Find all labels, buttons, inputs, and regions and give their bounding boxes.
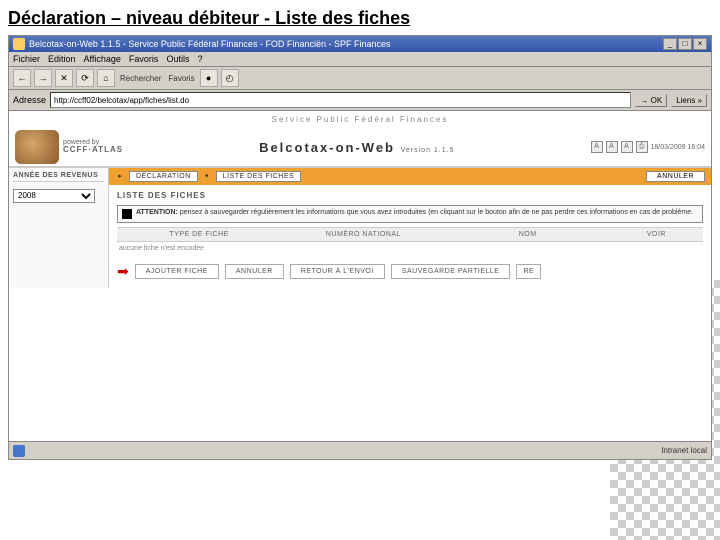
favorites-label[interactable]: Favoris	[166, 74, 196, 83]
minimize-button[interactable]: _	[663, 38, 677, 50]
year-select[interactable]: 2008	[13, 189, 95, 203]
search-label[interactable]: Rechercher	[118, 74, 163, 83]
toolbar: ← → ✕ ⟳ ⌂ Rechercher Favoris ● ◴	[9, 67, 711, 90]
header-date: 18/03/2009 16:04	[651, 144, 706, 151]
menu-favorites[interactable]: Favoris	[129, 54, 159, 64]
breadcrumb-declaration[interactable]: DÉCLARATION	[129, 171, 198, 182]
ministry-label: Service Public Fédéral Finances	[9, 111, 711, 128]
menu-view[interactable]: Affichage	[84, 54, 121, 64]
re-button[interactable]: RE	[516, 264, 541, 279]
warning-text: pensez à sauvegarder régulièrement les i…	[180, 209, 693, 216]
app-header: powered by CCFF·ATLAS Belcotax-on-Web Ve…	[9, 128, 711, 168]
maximize-button[interactable]: □	[678, 38, 692, 50]
history-button[interactable]: ◴	[221, 69, 239, 87]
section-title: LISTE DES FICHES	[109, 185, 711, 203]
app-title: Belcotax-on-Web Version 1.1.5	[123, 140, 590, 155]
address-bar: Adresse → OK Liens »	[9, 90, 711, 111]
browser-window: Belcotax-on-Web 1.1.5 - Service Public F…	[8, 35, 712, 460]
sidebar: ANNÉE DES REVENUS 2008	[9, 168, 109, 288]
font-size-large[interactable]: A	[621, 141, 633, 153]
address-label: Adresse	[13, 95, 46, 105]
breadcrumb-liste[interactable]: LISTE DES FICHES	[216, 171, 301, 182]
links-button[interactable]: Liens »	[671, 94, 707, 107]
menu-file[interactable]: Fichier	[13, 54, 40, 64]
col-type: TYPE DE FICHE	[117, 228, 281, 241]
status-text-right: Intranet local	[661, 446, 707, 455]
logo-text: powered by CCFF·ATLAS	[63, 139, 123, 155]
warning-box: ATTENTION: pensez à sauvegarder régulièr…	[117, 205, 703, 223]
main-content: ▸ DÉCLARATION ▾ LISTE DES FICHES ANNULER…	[109, 168, 711, 288]
slide-title: Déclaration – niveau débiteur - Liste de…	[0, 0, 720, 35]
forward-button[interactable]: →	[34, 69, 52, 87]
menu-help[interactable]: ?	[197, 54, 202, 64]
go-button[interactable]: → OK	[635, 94, 667, 107]
retour-envoi-button[interactable]: RETOUR À L'ENVOI	[290, 264, 385, 279]
back-button[interactable]: ←	[13, 69, 31, 87]
breadcrumb: ▸ DÉCLARATION ▾ LISTE DES FICHES ANNULER	[109, 168, 711, 185]
print-icon[interactable]: ⎙	[636, 141, 648, 153]
status-icon	[13, 445, 25, 457]
page-content: Service Public Fédéral Finances powered …	[9, 111, 711, 291]
warning-label: ATTENTION:	[136, 209, 178, 216]
col-voir: VOIR	[610, 228, 703, 241]
sidebar-year-header: ANNÉE DES REVENUS	[13, 172, 104, 182]
ajouter-fiche-button[interactable]: AJOUTER FICHE	[135, 264, 219, 279]
menu-edit[interactable]: Edition	[48, 54, 76, 64]
font-size-medium[interactable]: A	[606, 141, 618, 153]
app-icon	[13, 38, 25, 50]
chevron-down-icon: ▾	[202, 172, 212, 182]
table-empty-message: aucune fiche n'est encodée	[109, 242, 711, 255]
table-header: TYPE DE FICHE NUMÉRO NATIONAL NOM VOIR	[117, 227, 703, 242]
menubar: Fichier Edition Affichage Favoris Outils…	[9, 52, 711, 67]
media-button[interactable]: ●	[200, 69, 218, 87]
status-bar: Intranet local	[9, 441, 711, 459]
col-numero: NUMÉRO NATIONAL	[281, 228, 445, 241]
sauvegarde-button[interactable]: SAUVEGARDE PARTIELLE	[391, 264, 511, 279]
font-size-small[interactable]: A	[591, 141, 603, 153]
arrow-pointer-icon: ➡	[117, 263, 129, 280]
window-title: Belcotax-on-Web 1.1.5 - Service Public F…	[29, 39, 390, 49]
logo-image	[15, 130, 59, 164]
home-button[interactable]: ⌂	[97, 69, 115, 87]
action-row: ➡ AJOUTER FICHE ANNULER RETOUR À L'ENVOI…	[109, 255, 711, 288]
annuler-button-top[interactable]: ANNULER	[646, 171, 705, 182]
stop-button[interactable]: ✕	[55, 69, 73, 87]
chevron-right-icon: ▸	[115, 172, 125, 182]
menu-tools[interactable]: Outils	[166, 54, 189, 64]
window-titlebar: Belcotax-on-Web 1.1.5 - Service Public F…	[9, 36, 711, 52]
warning-icon	[122, 209, 132, 219]
refresh-button[interactable]: ⟳	[76, 69, 94, 87]
annuler-button[interactable]: ANNULER	[225, 264, 284, 279]
col-nom: NOM	[446, 228, 610, 241]
close-button[interactable]: ×	[693, 38, 707, 50]
address-input[interactable]	[50, 92, 631, 108]
